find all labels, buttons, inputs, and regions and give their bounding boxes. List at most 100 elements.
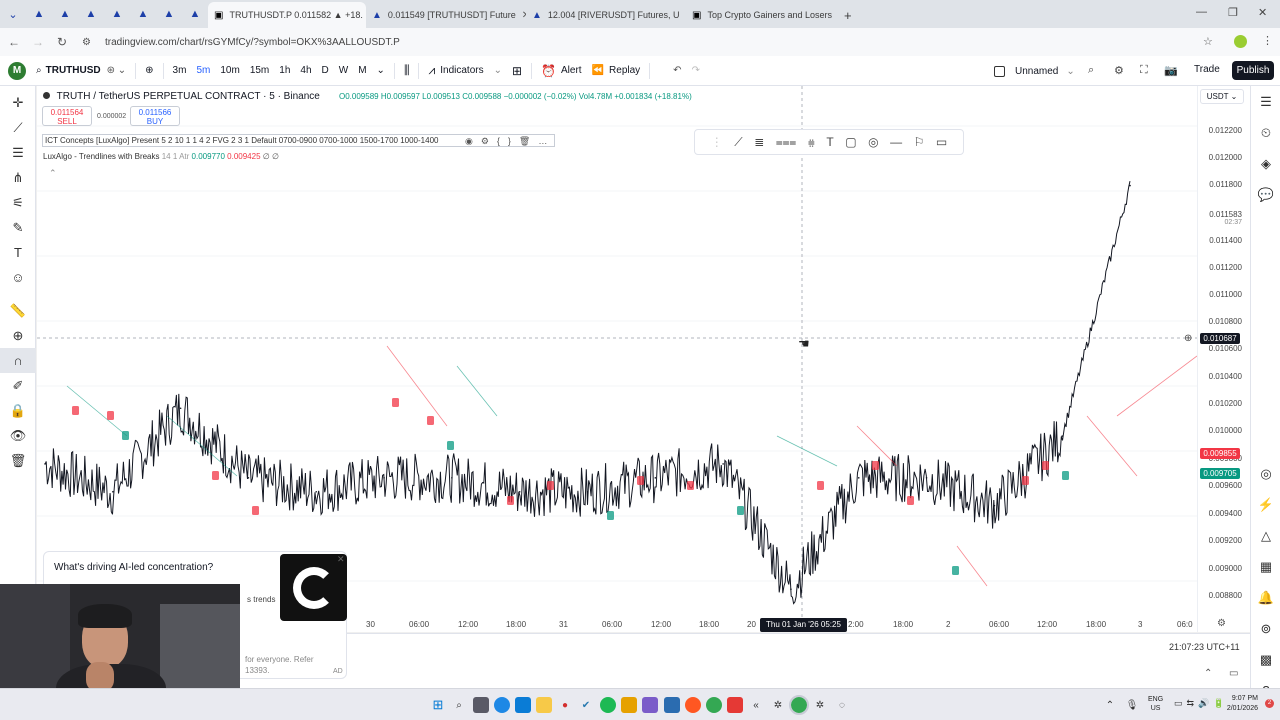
app-icon[interactable] xyxy=(642,697,658,713)
grid-icon[interactable]: ▩ xyxy=(1251,644,1280,675)
collapse-legend-icon[interactable]: ⌃ xyxy=(49,168,57,179)
horizontal-lines-icon[interactable]: ≣ xyxy=(754,135,764,149)
brush-icon[interactable]: ✎ xyxy=(0,215,36,240)
pulse-icon[interactable]: ⚡ xyxy=(1251,489,1280,520)
restore-icon[interactable]: ❐ xyxy=(1228,6,1238,19)
interval-4h[interactable]: 4h xyxy=(295,56,316,86)
chat-icon[interactable]: 💬 xyxy=(1251,179,1280,210)
redo-icon[interactable]: ↷ xyxy=(687,56,705,86)
replay-button[interactable]: ⏪ Replay xyxy=(587,56,646,86)
utc-clock[interactable]: 21:07:23 UTC+11 xyxy=(1169,642,1240,652)
watchlist-icon[interactable]: ☰ xyxy=(1251,86,1280,117)
rectangle-icon[interactable]: ▢ xyxy=(845,135,856,149)
buy-button[interactable]: 0.011566 BUY xyxy=(130,106,180,126)
trend-line-icon[interactable]: ⟋ xyxy=(734,135,742,150)
calendar-icon[interactable]: ▦ xyxy=(1251,551,1280,582)
chevron-down-icon[interactable]: ⌄ xyxy=(372,56,390,86)
compare-symbol-icon[interactable]: ⊕ xyxy=(140,56,158,86)
interval-m[interactable]: M xyxy=(353,56,371,86)
broadcast-icon[interactable]: ⊚ xyxy=(1251,613,1280,644)
chevron-up-icon[interactable]: ⌃ xyxy=(1204,668,1212,679)
axis-settings-icon[interactable]: ⚙ xyxy=(1217,618,1226,629)
pinned-tab-icon[interactable]: ▲ xyxy=(78,3,104,25)
fib-icon[interactable]: ⚟ xyxy=(0,190,36,215)
url-field[interactable]: tradingview.com/chart/rsGYMfCy/?symbol=O… xyxy=(105,37,400,48)
browser-tab[interactable]: ▣ Top Crypto Gainers and Losers ✕ xyxy=(686,2,838,28)
app-icon[interactable]: ◌ xyxy=(834,697,850,713)
app-icon[interactable] xyxy=(664,697,680,713)
microphone-icon[interactable]: 🎙 xyxy=(1124,697,1140,713)
trade-button[interactable]: Trade xyxy=(1194,64,1220,75)
indicator-controls[interactable]: ◉⚙{}🗑… xyxy=(465,136,555,147)
layout-select[interactable]: Unnamed ⌄ xyxy=(994,56,1075,86)
interval-w[interactable]: W xyxy=(334,56,353,86)
circle-icon[interactable]: ◎ xyxy=(868,135,878,149)
back-icon[interactable]: ← xyxy=(2,35,26,49)
profile-avatar-icon[interactable] xyxy=(1234,35,1247,48)
quick-search-icon[interactable]: ⌕ xyxy=(1088,64,1094,77)
forward-icon[interactable]: → xyxy=(26,35,50,49)
horizontal-ray-icon[interactable]: — xyxy=(890,135,902,149)
pinned-tab-icon[interactable]: ▲ xyxy=(104,3,130,25)
chrome-icon[interactable] xyxy=(706,697,722,713)
emoji-icon[interactable]: ☺ xyxy=(0,265,36,290)
file-explorer-icon[interactable] xyxy=(536,697,552,713)
notifications-icon[interactable]: 🔔 xyxy=(1251,582,1280,613)
close-icon[interactable]: ✕ xyxy=(337,554,345,565)
close-icon[interactable]: ✕ xyxy=(516,10,526,21)
target-icon[interactable]: ◎ xyxy=(1251,458,1280,489)
edge-icon[interactable] xyxy=(494,697,510,713)
text-icon[interactable]: T xyxy=(0,240,36,265)
undo-icon[interactable]: ↶ xyxy=(668,56,686,86)
app-icon[interactable]: ● xyxy=(557,697,573,713)
ruler-icon[interactable]: 📏 xyxy=(0,298,36,323)
app-icon[interactable]: ✲ xyxy=(812,697,828,713)
interval-1h[interactable]: 1h xyxy=(274,56,295,86)
zoom-icon[interactable]: ⊕ xyxy=(0,323,36,348)
interval-15m[interactable]: 15m xyxy=(245,56,274,86)
tab-list-icon[interactable]: ⌄ xyxy=(0,3,26,25)
app-icon[interactable] xyxy=(621,697,637,713)
publish-button[interactable]: Publish xyxy=(1232,61,1274,80)
bookmark-star-icon[interactable]: ☆ xyxy=(1203,35,1213,48)
minimize-icon[interactable]: — xyxy=(1196,6,1207,18)
fullscreen-icon[interactable]: ⛶ xyxy=(1140,64,1148,77)
browser-menu-icon[interactable]: ⋮ xyxy=(1262,34,1273,47)
chrome-active-icon[interactable] xyxy=(789,695,809,715)
app-icon[interactable]: ✔ xyxy=(578,697,594,713)
pinned-tab-icon[interactable]: ▲ xyxy=(182,3,208,25)
currency-select[interactable]: USDT ⌄ xyxy=(1200,89,1244,104)
candle-style-icon[interactable]: ⫼ xyxy=(399,56,415,86)
lock-icon[interactable]: 🔒 xyxy=(0,398,36,423)
interval-d[interactable]: D xyxy=(317,56,334,86)
store-icon[interactable] xyxy=(515,697,531,713)
indicators-button[interactable]: ⩘ Indicators ⌄ xyxy=(423,56,507,86)
camera-icon[interactable]: 📷 xyxy=(1164,64,1178,77)
triangle-icon[interactable]: △ xyxy=(1251,520,1280,551)
spotify-icon[interactable] xyxy=(600,697,616,713)
new-tab-button[interactable]: + xyxy=(838,2,858,28)
app-icon[interactable] xyxy=(727,697,743,713)
settings-gear-icon[interactable]: ⚙ xyxy=(1114,64,1124,77)
user-avatar[interactable]: M xyxy=(0,56,31,86)
text-icon[interactable]: T xyxy=(826,135,833,149)
flag-icon[interactable]: ⚐ xyxy=(914,135,925,149)
brave-icon[interactable] xyxy=(685,697,701,713)
reload-icon[interactable]: ↻ xyxy=(50,35,74,49)
templates-icon[interactable]: ⊞ xyxy=(507,56,527,86)
app-icon[interactable]: « xyxy=(748,697,764,713)
crosshair-icon[interactable]: ✛ xyxy=(0,90,36,115)
alert-button[interactable]: ⏰ Alert xyxy=(536,56,587,86)
close-window-icon[interactable]: ✕ xyxy=(1258,6,1267,19)
maximize-panel-icon[interactable]: ▭ xyxy=(1229,668,1238,679)
system-tray-icons[interactable]: ▭⇆🔊🔋 xyxy=(1174,698,1228,709)
eye-icon[interactable]: 👁 xyxy=(0,423,36,448)
layers-icon[interactable]: ◈ xyxy=(1251,148,1280,179)
ad-headline[interactable]: What's driving AI-led concentration? xyxy=(54,562,213,573)
pinned-tab-icon[interactable]: ▲ xyxy=(52,3,78,25)
start-icon[interactable]: ⊞ xyxy=(430,697,446,713)
add-alert-icon[interactable]: ⊕ xyxy=(1184,333,1192,344)
app-icon[interactable]: ✲ xyxy=(770,697,786,713)
trash-icon[interactable]: 🗑 xyxy=(0,448,36,473)
sell-button[interactable]: 0.011564 SELL xyxy=(42,106,92,126)
